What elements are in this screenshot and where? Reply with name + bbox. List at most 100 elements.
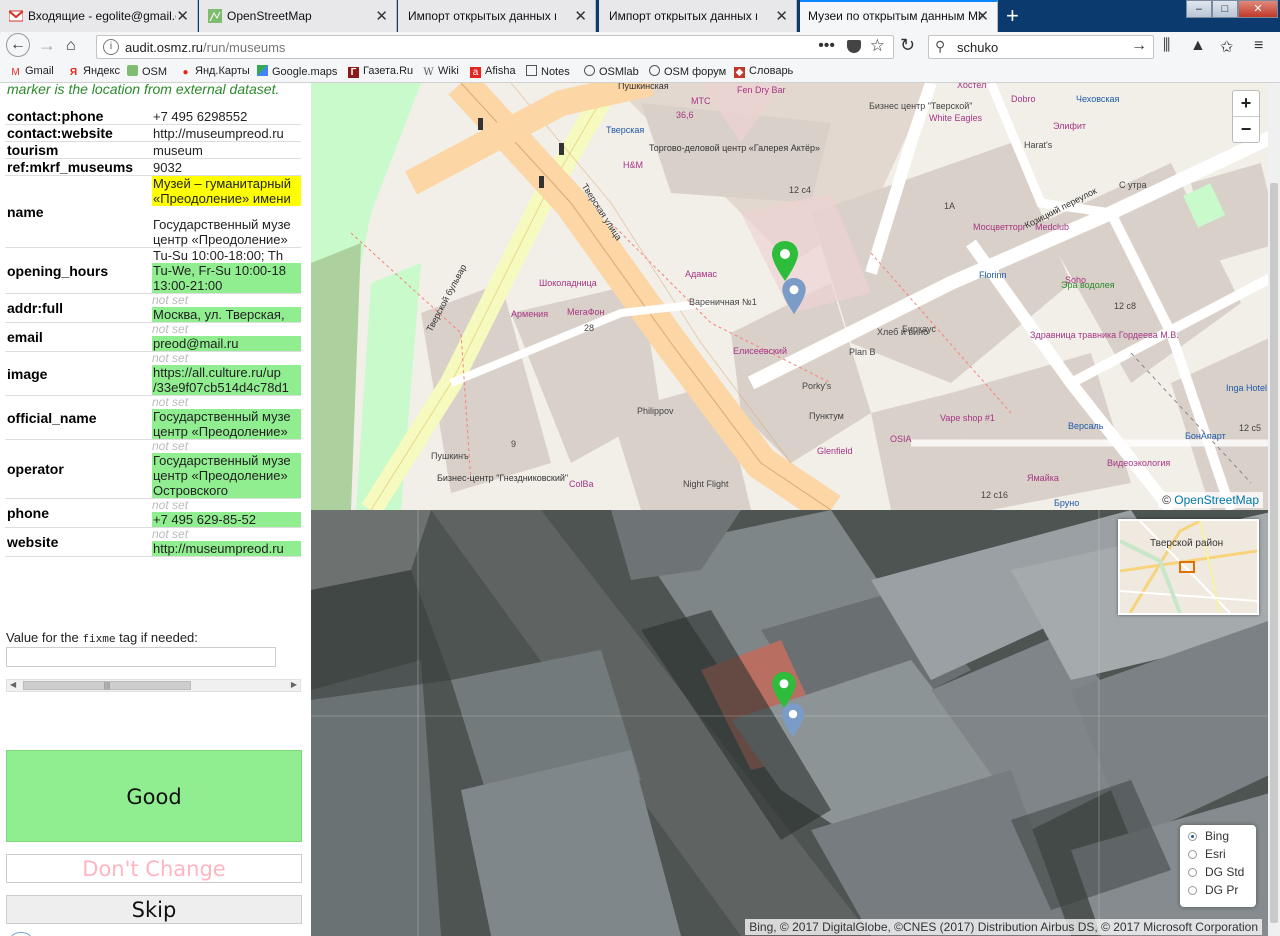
not-set-label: not set [152, 293, 189, 307]
osm-map[interactable]: Пушкинская Тверская МТС Fen Dry Bar Бизнес ц… [311, 83, 1280, 510]
osm-marker-green[interactable] [772, 241, 798, 281]
menu-icon[interactable]: ≡ [1254, 37, 1263, 55]
bookmark-yandex[interactable]: Я Яндекс [68, 65, 120, 78]
tab-museums[interactable]: Музеи по открытым данным Минк ✕ [800, 0, 998, 32]
map-label: Бизнес-центр "Гнездниковский" [437, 473, 569, 483]
tag-key: image [5, 351, 150, 396]
close-icon[interactable]: ✕ [976, 7, 989, 25]
bookmark-notes[interactable]: Notes [526, 65, 570, 78]
map-label: Мосцветторг [973, 222, 1027, 232]
bookmark-google-maps[interactable]: Google.maps [257, 65, 337, 78]
tab-title: Музеи по открытым данным Минк [808, 9, 983, 23]
tags-table: contact:phone +7 495 6298552 contact:websi… [5, 108, 301, 557]
dataset-value: Государственный музе [152, 453, 301, 468]
dataset-value: http://museumpreod.ru [152, 541, 301, 556]
search-go-icon[interactable]: → [1131, 37, 1147, 55]
tag-value: not set http://museumpreod.ru [150, 527, 301, 557]
dataset-value: https://all.culture.ru/up [152, 365, 301, 380]
scrollbar-thumb[interactable] [1270, 183, 1278, 923]
minimize-button[interactable]: – [1186, 0, 1212, 18]
info-icon[interactable]: i [103, 39, 119, 55]
horizontal-scrollbar[interactable]: ◀ ||| ▶ [6, 679, 301, 692]
dataset-marker-blue[interactable] [782, 703, 804, 737]
good-button[interactable]: Good [6, 750, 302, 842]
window-close-button[interactable]: ✕ [1238, 0, 1278, 18]
bookmark-wiki[interactable]: W Wiki [423, 65, 458, 78]
bookmark-gmail[interactable]: M Gmail [10, 65, 53, 78]
navigation-bar: ← → ⌂ i audit.osmz.ru/run/museums ••• ☆ … [0, 32, 1280, 63]
page-actions-icon[interactable]: ••• [818, 37, 835, 55]
afisha-icon: а [470, 67, 481, 78]
bookmark-osm[interactable]: OSM [127, 65, 167, 78]
scroll-right-icon[interactable]: ▶ [291, 680, 297, 689]
dataset-value: +7 495 629-85-52 [152, 512, 301, 527]
url-bar[interactable]: i audit.osmz.ru/run/museums ••• ☆ [96, 35, 894, 59]
search-icon: ⚲ [935, 38, 946, 54]
reload-icon[interactable]: ↻ [900, 35, 915, 56]
globe-icon [649, 65, 660, 76]
map-label: ColBa [569, 479, 594, 489]
bookmark-dictionary[interactable]: ◆ Словарь [734, 65, 793, 78]
radio-icon[interactable] [1188, 832, 1197, 841]
map-attribution: © OpenStreetMap [1158, 492, 1263, 508]
search-bar[interactable]: ⚲ schuko → [928, 35, 1154, 59]
bookmark-osmlab[interactable]: OSMlab [584, 65, 639, 78]
close-icon[interactable]: ✕ [176, 7, 189, 25]
bookmark-gazeta[interactable]: Г Газета.Ru [348, 65, 413, 78]
vertical-scrollbar[interactable] [1268, 83, 1280, 936]
new-tab-button[interactable]: + [1006, 3, 1019, 29]
maximize-button[interactable]: □ [1212, 0, 1238, 18]
not-set-label: not set [152, 322, 189, 336]
forward-button[interactable]: → [38, 35, 56, 56]
bookmark-star-icon[interactable]: ☆ [870, 36, 885, 56]
dataset-value: Tu-We, Fr-Su 10:00-18 [152, 263, 301, 278]
map-label: Тверская [606, 125, 645, 135]
minimap[interactable]: Тверской район [1118, 519, 1259, 615]
globe-icon [584, 65, 595, 76]
dont-change-button[interactable]: Don't Change [6, 854, 302, 883]
tag-row: website not set http://museumpreod.ru [5, 527, 301, 557]
zoom-in-button[interactable]: + [1233, 91, 1259, 116]
map-label: 9 [511, 439, 517, 449]
zoom-out-button[interactable]: − [1233, 116, 1259, 142]
tab-openstreetmap[interactable]: OpenStreetMap ✕ [199, 0, 397, 32]
radio-icon[interactable] [1188, 850, 1197, 859]
library-icon[interactable]: ⫼ [1163, 37, 1170, 55]
osm-value: museum [153, 142, 203, 158]
home-icon[interactable]: ⌂ [66, 37, 76, 55]
pocket-icon[interactable] [847, 40, 861, 53]
tag-row: contact:website http://museumpreod.ru [5, 124, 301, 142]
satellite-map[interactable]: Тверской район Bing Esri DG Std DG Pr Bi… [311, 510, 1280, 936]
map-label: Вареничная №1 [689, 297, 757, 307]
sync-icon[interactable]: ▲ [1190, 37, 1206, 55]
bookmark-afisha[interactable]: а Afisha [470, 65, 516, 78]
openstreetmap-link[interactable]: OpenStreetMap [1174, 493, 1259, 507]
dataset-value: центр «Преодоление» [152, 424, 301, 439]
scrollbar-thumb[interactable]: ||| [23, 681, 191, 690]
search-input[interactable]: schuko [957, 40, 998, 55]
tab-gmail[interactable]: Входящие - egolite@gmail.com ✕ [0, 0, 198, 32]
fixme-input[interactable] [6, 647, 276, 667]
bookmark-osm-forum[interactable]: OSM форум [649, 65, 726, 78]
tab-import-1[interactable]: Импорт открытых данных министе ✕ [398, 0, 596, 32]
osm-icon [208, 9, 222, 23]
radio-icon[interactable] [1188, 868, 1197, 877]
tag-value: +7 495 6298552 [150, 108, 301, 125]
map-label: 1A [944, 201, 956, 211]
radio-icon[interactable] [1188, 886, 1197, 895]
close-icon[interactable]: ✕ [375, 7, 388, 25]
map-label: Medclub [1035, 222, 1070, 232]
osm-value: Tu-Su 10:00-18:00; Th [153, 248, 284, 263]
skip-button[interactable]: Skip [6, 895, 302, 924]
map-label: БонАпарт [1185, 431, 1226, 441]
dataset-marker-blue[interactable] [782, 278, 806, 314]
close-icon[interactable]: ✕ [775, 7, 788, 25]
back-button[interactable]: ← [6, 33, 30, 57]
tab-import-2[interactable]: Импорт открытых данных министе ✕ [599, 0, 797, 32]
tag-value: 9032 [150, 158, 301, 176]
not-set-label: not set [152, 395, 189, 409]
scroll-left-icon[interactable]: ◀ [10, 680, 16, 689]
close-icon[interactable]: ✕ [574, 7, 587, 25]
screenshot-icon[interactable]: ✩ [1220, 37, 1233, 57]
bookmark-yandex-maps[interactable]: ● Янд.Карты [180, 65, 249, 78]
